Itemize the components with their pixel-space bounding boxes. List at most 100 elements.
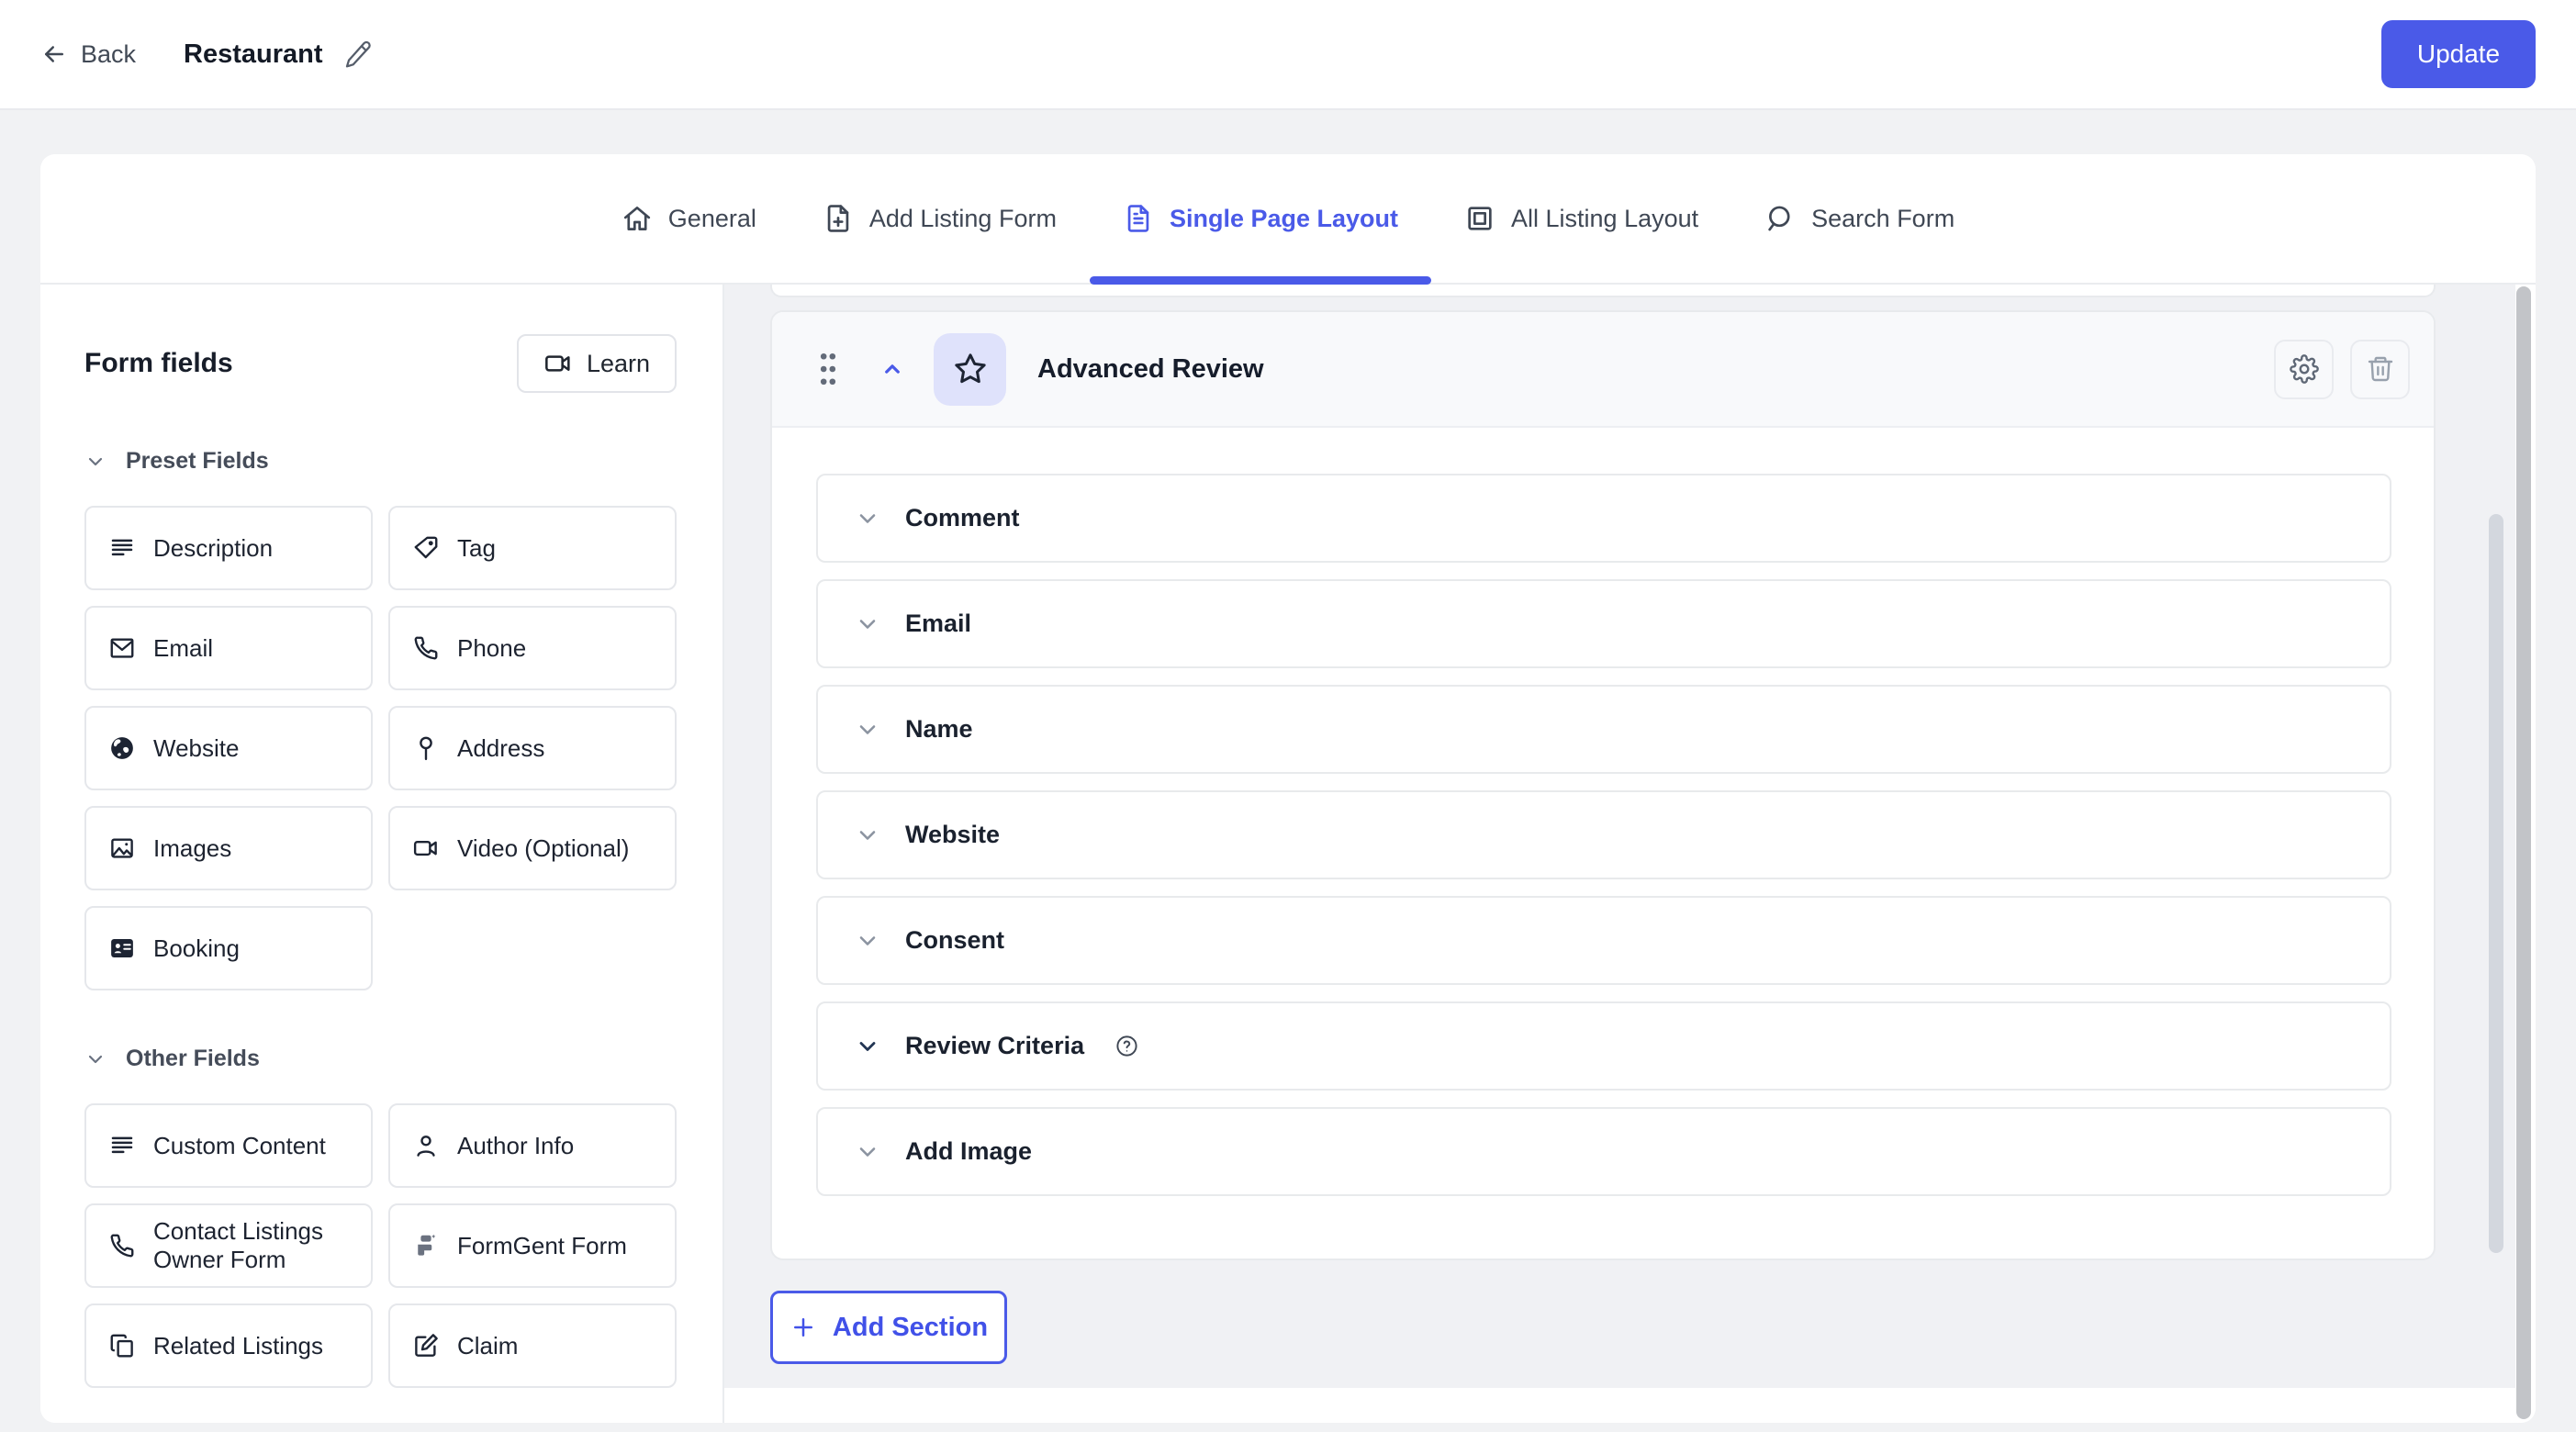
chevron-down-icon <box>855 611 880 637</box>
tab-single-page-layout[interactable]: Single Page Layout <box>1090 154 1431 283</box>
content-scrollbar-thumb[interactable] <box>2489 514 2503 1253</box>
field-related-listings[interactable]: Related Listings <box>84 1303 373 1388</box>
field-email[interactable]: Email <box>84 606 373 690</box>
mail-icon <box>108 634 136 662</box>
field-label: Custom Content <box>153 1132 326 1160</box>
field-row-name[interactable]: Name <box>816 685 2391 774</box>
field-row-label: Name <box>905 715 973 744</box>
layout-icon <box>1464 203 1495 234</box>
field-row-label: Email <box>905 610 971 638</box>
field-claim[interactable]: Claim <box>388 1303 677 1388</box>
field-row-label: Review Criteria <box>905 1032 1084 1060</box>
group-label: Other Fields <box>126 1046 260 1072</box>
field-booking[interactable]: Booking <box>84 906 373 990</box>
tab-search-form[interactable]: Search Form <box>1731 154 1988 283</box>
section-delete-button[interactable] <box>2350 340 2410 399</box>
form-builder-panel: General Add Listing Form Single Page Lay… <box>40 154 2536 1423</box>
gear-icon <box>2290 354 2319 384</box>
section-card-advanced-review: Advanced Review <box>770 310 2436 1260</box>
drag-handle-icon[interactable] <box>818 350 838 388</box>
section-title: Advanced Review <box>1037 354 1264 385</box>
add-section-label: Add Section <box>833 1313 988 1343</box>
section-header: Advanced Review <box>772 312 2434 428</box>
tab-label: Add Listing Form <box>869 205 1057 233</box>
field-label: Email <box>153 634 213 663</box>
field-custom-content[interactable]: Custom Content <box>84 1103 373 1188</box>
field-label: Booking <box>153 934 240 963</box>
previous-section-card-edge <box>770 285 2436 297</box>
chevron-down-icon <box>855 928 880 954</box>
home-icon <box>622 203 653 234</box>
text-lines-icon <box>108 1132 136 1159</box>
section-settings-button[interactable] <box>2274 340 2334 399</box>
field-label: Description <box>153 534 273 563</box>
field-label: Claim <box>457 1332 518 1360</box>
field-address[interactable]: Address <box>388 706 677 790</box>
chevron-down-icon <box>855 717 880 743</box>
other-fields-grid: Custom Content Author Info Contact Listi… <box>84 1103 677 1388</box>
field-row-email[interactable]: Email <box>816 579 2391 668</box>
field-label: Tag <box>457 534 496 563</box>
field-author-info[interactable]: Author Info <box>388 1103 677 1188</box>
phone-icon <box>412 634 440 662</box>
globe-icon <box>108 734 136 762</box>
field-row-review-criteria[interactable]: Review Criteria <box>816 1001 2391 1091</box>
group-label: Preset Fields <box>126 448 269 475</box>
file-text-icon <box>1123 203 1154 234</box>
image-icon <box>108 834 136 862</box>
tab-label: General <box>668 205 756 233</box>
collapse-section-button[interactable] <box>879 355 906 383</box>
edit-title-icon[interactable] <box>343 39 373 69</box>
formgent-logo-icon <box>412 1232 440 1259</box>
field-website[interactable]: Website <box>84 706 373 790</box>
sidebar-title: Form fields <box>84 348 233 379</box>
map-pin-icon <box>412 734 440 762</box>
field-row-add-image[interactable]: Add Image <box>816 1107 2391 1196</box>
tag-icon <box>412 534 440 562</box>
chevron-down-icon <box>84 451 106 473</box>
chevron-down-icon <box>855 822 880 848</box>
copy-icon <box>108 1332 136 1359</box>
field-contact-listings-owner-form[interactable]: Contact Listings Owner Form <box>84 1203 373 1288</box>
tab-all-listing-layout[interactable]: All Listing Layout <box>1431 154 1731 283</box>
field-images[interactable]: Images <box>84 806 373 890</box>
page-scrollbar-thumb[interactable] <box>2516 286 2531 1419</box>
tab-label: Single Page Layout <box>1170 205 1398 233</box>
chevron-down-icon <box>855 1034 880 1059</box>
back-button[interactable]: Back <box>40 40 136 69</box>
field-phone[interactable]: Phone <box>388 606 677 690</box>
video-camera-icon <box>412 834 440 862</box>
learn-button[interactable]: Learn <box>517 334 677 393</box>
tab-general[interactable]: General <box>588 154 790 283</box>
section-star-badge <box>934 333 1006 406</box>
update-button[interactable]: Update <box>2381 20 2536 88</box>
chevron-up-icon <box>879 355 906 383</box>
page-title: Restaurant <box>184 39 323 70</box>
field-row-comment[interactable]: Comment <box>816 474 2391 563</box>
other-fields-toggle[interactable]: Other Fields <box>84 1046 677 1072</box>
video-camera-icon <box>543 349 573 378</box>
field-label: Video (Optional) <box>457 834 629 863</box>
chevron-down-icon <box>855 1139 880 1165</box>
field-label: Phone <box>457 634 526 663</box>
field-video[interactable]: Video (Optional) <box>388 806 677 890</box>
field-row-website[interactable]: Website <box>816 790 2391 879</box>
field-formgent-form[interactable]: FormGent Form <box>388 1203 677 1288</box>
phone-icon <box>108 1232 136 1259</box>
field-row-label: Add Image <box>905 1137 1032 1166</box>
field-label: Author Info <box>457 1132 574 1160</box>
tab-label: Search Form <box>1811 205 1954 233</box>
tab-add-listing-form[interactable]: Add Listing Form <box>790 154 1090 283</box>
field-label: Images <box>153 834 231 863</box>
user-icon <box>412 1132 440 1159</box>
star-icon <box>952 351 989 387</box>
field-row-consent[interactable]: Consent <box>816 896 2391 985</box>
help-icon[interactable] <box>1114 1034 1139 1058</box>
field-description[interactable]: Description <box>84 506 373 590</box>
field-label: Contact Listings Owner Form <box>153 1217 356 1274</box>
preset-fields-toggle[interactable]: Preset Fields <box>84 448 677 475</box>
plus-icon <box>790 1314 817 1341</box>
chevron-down-icon <box>84 1048 106 1070</box>
add-section-button[interactable]: Add Section <box>770 1291 1007 1364</box>
field-tag[interactable]: Tag <box>388 506 677 590</box>
